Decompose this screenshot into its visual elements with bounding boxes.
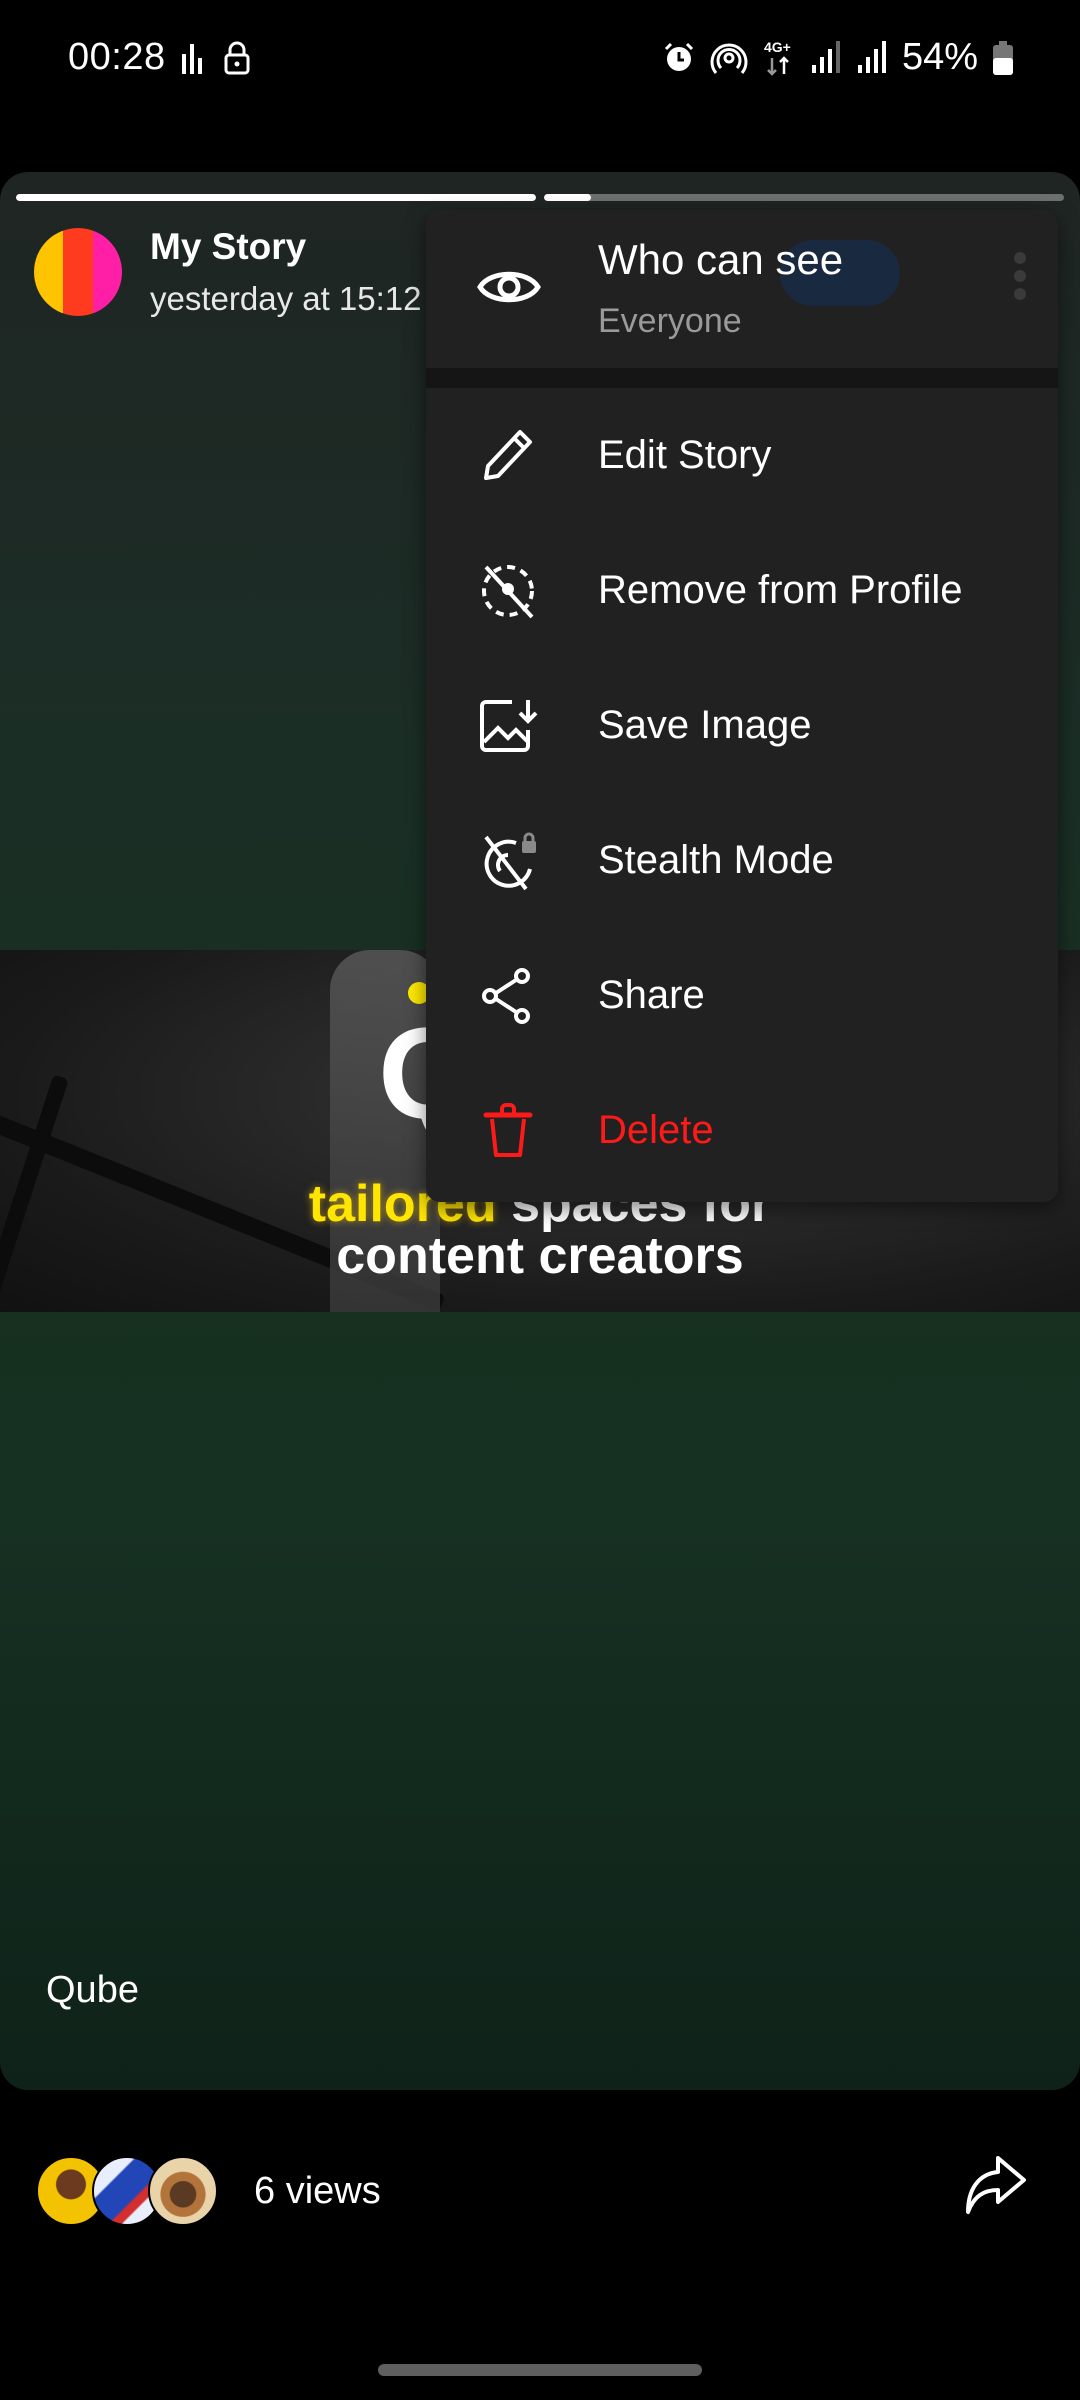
- menu-label: Save Image: [598, 703, 812, 747]
- status-bar: 00:28 4G+ 54%: [0, 0, 1080, 120]
- signal-icon: [857, 40, 886, 73]
- eye-icon: [477, 271, 541, 303]
- menu-item-stealth-mode[interactable]: Stealth Mode: [426, 793, 1058, 928]
- viewer-avatar: [148, 2156, 218, 2226]
- alarm-icon: [664, 42, 693, 71]
- story-header: My Story yesterday at 15:12: [34, 226, 422, 318]
- remove-from-profile-icon: [482, 564, 534, 618]
- menu-item-share[interactable]: Share: [426, 928, 1058, 1063]
- menu-item-remove-from-profile[interactable]: Remove from Profile: [426, 523, 1058, 658]
- data-bars-icon: [182, 44, 202, 74]
- menu-label: Remove from Profile: [598, 568, 963, 612]
- views-count: 6 views: [254, 2169, 381, 2212]
- menu-label: Delete: [598, 1108, 714, 1152]
- story-progress: [16, 194, 1064, 201]
- progress-segment: [544, 194, 1064, 201]
- home-indicator[interactable]: [378, 2364, 702, 2376]
- stealth-mode-icon: [484, 832, 536, 890]
- story-options-menu: Who can see Everyone Edit Story Remove f…: [426, 210, 1058, 1202]
- menu-label: Stealth Mode: [598, 838, 834, 882]
- progress-segment: [16, 194, 536, 201]
- 4g-plus-icon: 4G+: [764, 39, 791, 76]
- menu-item-delete[interactable]: Delete: [426, 1063, 1058, 1198]
- battery-icon: [993, 40, 1013, 75]
- status-time: 00:28: [68, 36, 166, 78]
- who-can-see-value: Everyone: [598, 302, 742, 340]
- battery-percent: 54%: [901, 36, 978, 78]
- menu-label: Edit Story: [598, 433, 772, 477]
- share-icon: [482, 967, 530, 1024]
- svg-text:4G+: 4G+: [764, 39, 791, 55]
- background-more-icon: [1014, 252, 1026, 306]
- menu-item-edit-story[interactable]: Edit Story: [426, 388, 1058, 523]
- story-caption: Qube: [46, 1969, 139, 2011]
- story-timestamp: yesterday at 15:12: [150, 280, 422, 317]
- who-can-see-label: Who can see: [598, 236, 844, 283]
- story-title: My Story: [150, 226, 307, 267]
- avatar[interactable]: [34, 228, 122, 316]
- tagline-line2: content creators: [336, 1227, 744, 1285]
- signal-icon: [811, 40, 840, 73]
- menu-divider: [426, 368, 1058, 388]
- viewers-button[interactable]: 6 views: [36, 2156, 381, 2226]
- lock-icon: [224, 41, 250, 75]
- forward-icon[interactable]: [958, 2150, 1030, 2222]
- menu-label: Share: [598, 973, 705, 1017]
- pencil-icon: [484, 429, 532, 480]
- menu-item-who-can-see[interactable]: Who can see Everyone: [426, 210, 1058, 368]
- menu-item-save-image[interactable]: Save Image: [426, 658, 1058, 793]
- save-image-icon: [480, 699, 538, 752]
- trash-icon: [483, 1102, 533, 1157]
- hotspot-icon: [710, 43, 748, 74]
